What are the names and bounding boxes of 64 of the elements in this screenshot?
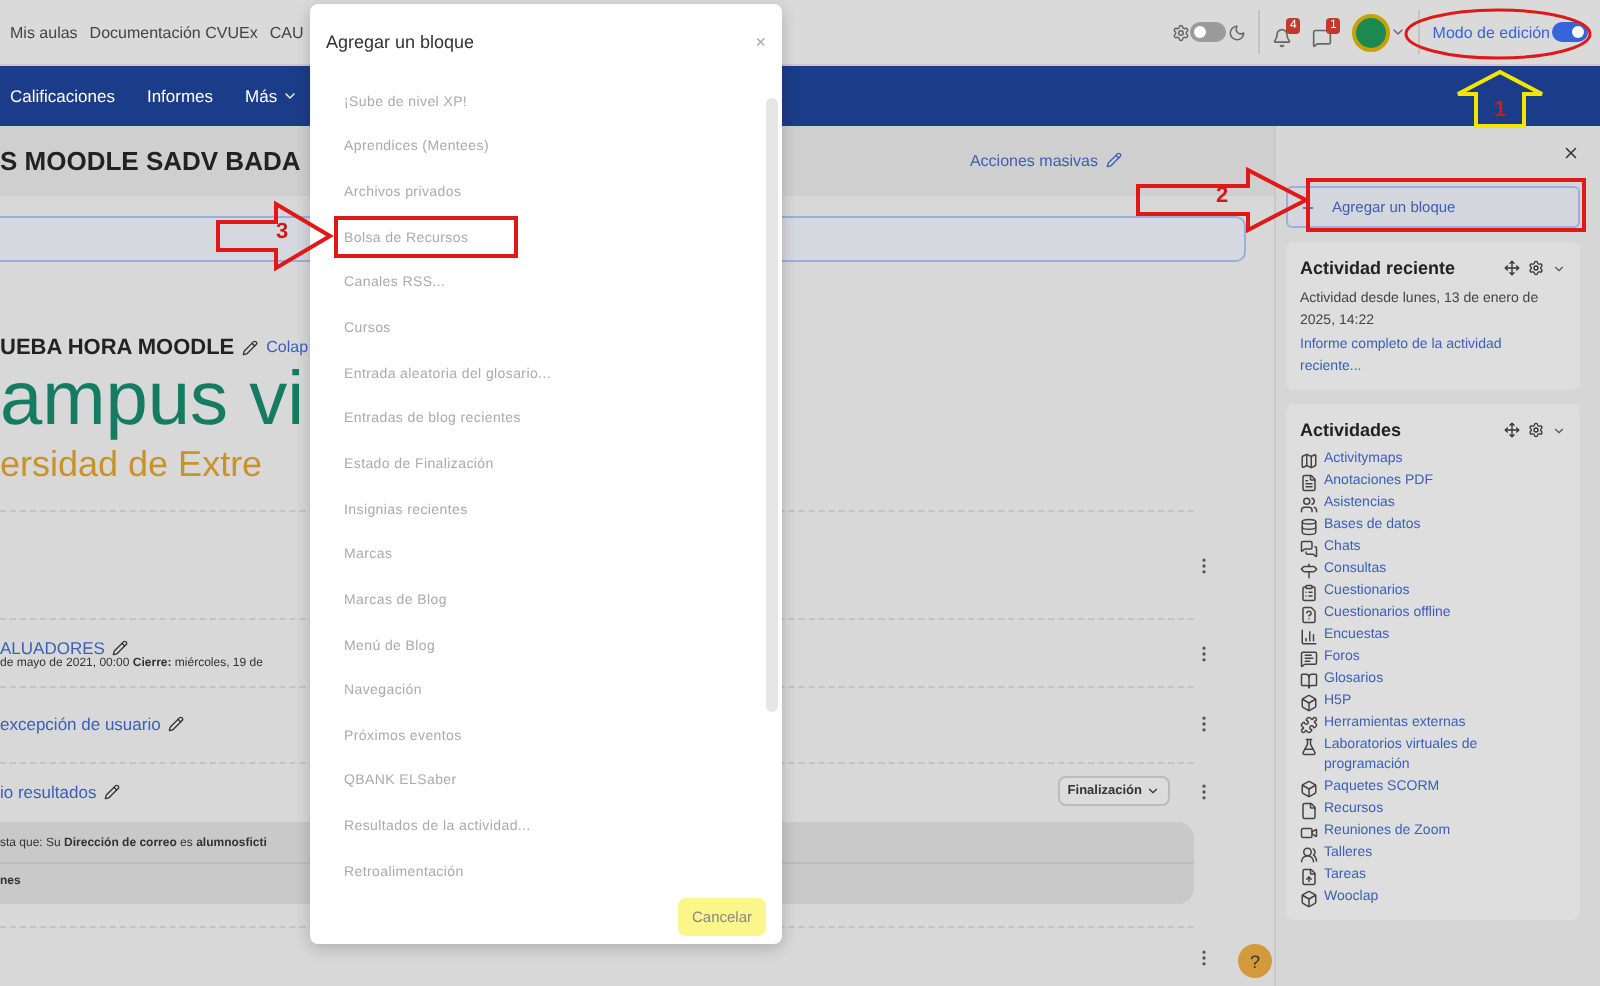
step-number: 2 bbox=[1216, 184, 1229, 208]
close-button[interactable]: × bbox=[755, 32, 766, 52]
edit-mode-label: Modo de edición bbox=[1432, 23, 1550, 41]
gear-icon bbox=[1172, 23, 1191, 41]
file-icon bbox=[1300, 802, 1318, 820]
logo-text: ampus vi bbox=[0, 359, 305, 440]
activity-link[interactable]: ALUADORES bbox=[0, 637, 105, 658]
chat-icon bbox=[1300, 540, 1318, 558]
pencil-icon[interactable] bbox=[112, 639, 129, 656]
upload-icon bbox=[1300, 868, 1318, 886]
nav-link[interactable]: CAU bbox=[269, 23, 304, 41]
document-icon bbox=[1300, 474, 1318, 492]
course-nav-item[interactable]: Informes bbox=[146, 86, 214, 106]
pencil-icon[interactable] bbox=[242, 339, 259, 356]
section-title: UEBA HORA MOODLE bbox=[0, 335, 235, 360]
user-avatar[interactable] bbox=[1352, 13, 1391, 51]
activity-link[interactable]: io resultados bbox=[0, 782, 97, 803]
up-arrow bbox=[1456, 70, 1544, 128]
forum-icon bbox=[1300, 650, 1318, 668]
edit-mode-toggle[interactable] bbox=[1552, 22, 1588, 42]
course-nav-item[interactable]: Más bbox=[245, 86, 298, 106]
package-icon bbox=[1300, 780, 1318, 798]
map-icon bbox=[1300, 452, 1318, 470]
chart-icon bbox=[1300, 628, 1318, 646]
close-icon[interactable] bbox=[1562, 144, 1580, 162]
book-icon bbox=[1300, 672, 1318, 690]
move-icon[interactable] bbox=[1504, 422, 1520, 438]
flask-icon bbox=[1300, 738, 1318, 756]
course-nav-item[interactable]: Calificaciones bbox=[10, 86, 115, 106]
nav-link[interactable]: Documentación CVUEx bbox=[89, 23, 258, 41]
logo-text: ersidad de Extre bbox=[0, 441, 263, 488]
collapse-link[interactable]: Colap bbox=[266, 338, 309, 357]
moon-icon bbox=[1228, 23, 1247, 41]
puzzle-icon bbox=[1300, 716, 1318, 734]
scrollbar-thumb[interactable] bbox=[765, 98, 777, 712]
caret-icon bbox=[1146, 784, 1160, 799]
caret-icon[interactable] bbox=[1390, 24, 1407, 40]
gear-icon[interactable] bbox=[1528, 422, 1544, 438]
activity-link[interactable]: excepción de usuario bbox=[0, 714, 161, 735]
block-title: Actividades bbox=[1300, 420, 1402, 440]
dark-mode-toggle[interactable] bbox=[1190, 22, 1227, 42]
gear-icon[interactable] bbox=[1528, 260, 1544, 276]
dialog-title: Agregar un bloque bbox=[326, 32, 475, 52]
step-number: 1 bbox=[1494, 98, 1507, 122]
block-title: Actividad reciente bbox=[1300, 258, 1456, 278]
step-number: 3 bbox=[276, 220, 289, 244]
bulk-actions-link[interactable]: Acciones masivas bbox=[969, 151, 1098, 170]
database-icon bbox=[1300, 518, 1318, 536]
caret-icon bbox=[281, 88, 298, 104]
right-arrow bbox=[216, 202, 332, 270]
caret-icon[interactable] bbox=[1552, 261, 1566, 275]
people-icon bbox=[1300, 496, 1318, 514]
video-icon bbox=[1300, 824, 1318, 842]
signpost-icon bbox=[1300, 562, 1318, 580]
pencil-icon[interactable] bbox=[168, 716, 185, 733]
quiz-icon bbox=[1300, 606, 1318, 624]
course-title: S MOODLE SADV BADA bbox=[0, 145, 301, 176]
clipboard-icon bbox=[1300, 584, 1318, 602]
pencil-icon[interactable] bbox=[104, 784, 121, 801]
pencil-icon[interactable] bbox=[1106, 152, 1122, 169]
caret-icon[interactable] bbox=[1552, 423, 1566, 437]
nav-link[interactable]: Mis aulas bbox=[10, 23, 78, 41]
group-icon bbox=[1300, 846, 1318, 864]
move-icon[interactable] bbox=[1504, 260, 1520, 276]
